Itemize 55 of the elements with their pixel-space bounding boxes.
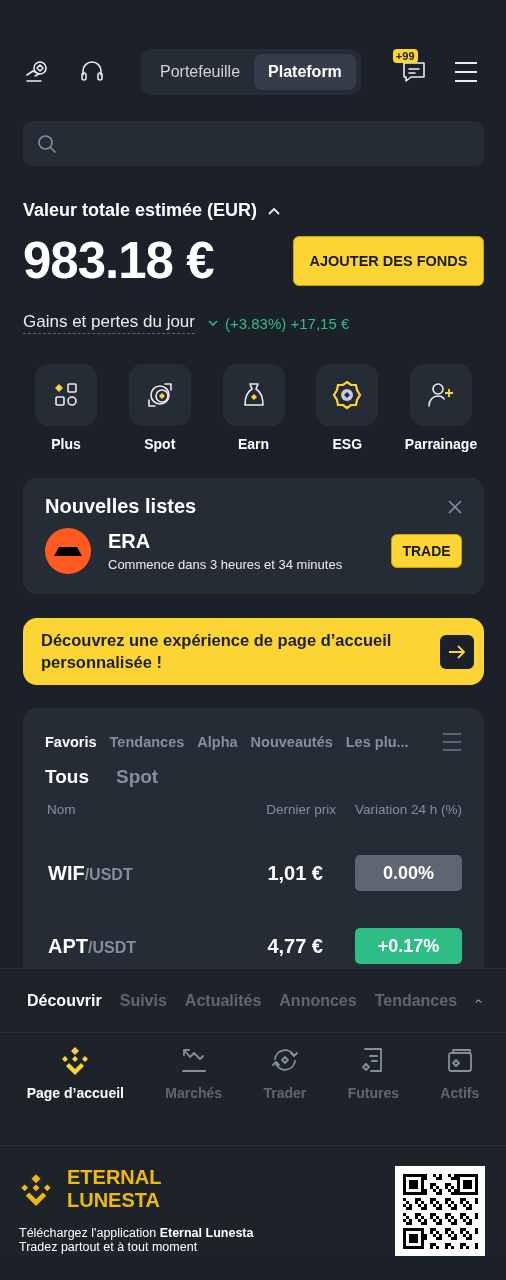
pnl-label[interactable]: Gains et pertes du jour [23, 312, 195, 334]
change-badge: +0.17% [355, 928, 462, 964]
card-title: Nouvelles listes [45, 495, 197, 518]
add-user-icon [426, 380, 456, 410]
search-icon [37, 133, 57, 154]
coin-exchange-icon [145, 381, 174, 409]
column-header: Variation 24 h (%) [354, 802, 462, 817]
list-icon[interactable] [442, 732, 462, 752]
market-tab[interactable]: Nouveautés [250, 734, 333, 750]
change-badge: 0.00% [355, 855, 462, 891]
trade-button[interactable]: TRADE [391, 534, 462, 568]
badge-icon [332, 380, 363, 410]
feed-tab[interactable]: Découvrir [27, 991, 102, 1010]
close-icon[interactable] [448, 499, 462, 514]
chevron-down-icon [207, 318, 219, 328]
pnl-value: (+3.83%) +17,15 € [225, 314, 350, 332]
arrow-button[interactable] [440, 634, 474, 669]
listing-countdown: Commence dans 3 heures et 34 minutes [108, 557, 344, 572]
market-tab[interactable]: Favoris [45, 734, 97, 750]
market-tab[interactable]: Tendances [109, 734, 185, 750]
pair-base: APT [48, 934, 88, 957]
balance-title: Valeur totale estimée (EUR) [23, 200, 258, 221]
brand-logo-icon [19, 1172, 53, 1206]
promo-banner[interactable]: Découvrez une expérience de page d’accueil personnalisée ! [23, 618, 484, 685]
balance-amount: 983.18 € [23, 231, 214, 290]
segment-tab[interactable]: Plateform [254, 54, 356, 90]
search-field[interactable] [23, 121, 484, 166]
last-price: 4,77 € [267, 934, 323, 958]
market-tab[interactable]: Alpha [197, 734, 238, 750]
promo-text: Découvrez une expérience de page d’accueil personnalisée ! [41, 630, 393, 673]
coin-logo-icon [45, 528, 91, 574]
tagline: Tradez partout et à tout moment [19, 1240, 199, 1254]
coin-symbol: ERA [108, 530, 152, 553]
pair-quote: /USDT [84, 865, 133, 883]
segment-tab[interactable]: Portefeuille [146, 54, 255, 90]
message-icon[interactable] [400, 59, 427, 85]
market-subtab[interactable]: Tous [45, 766, 89, 788]
nav-item[interactable]: Page d’accueil [26, 1045, 124, 1111]
last-price: 1,01 € [267, 861, 323, 885]
column-header: Dernier prix [266, 802, 336, 817]
notification-badge: +99 [392, 49, 418, 63]
add-funds-button[interactable]: AJOUTER DES FONDS [293, 235, 484, 286]
market-tab[interactable]: Les plu... [345, 734, 409, 750]
chart-down-icon [179, 1046, 208, 1074]
arrow-right-icon [448, 644, 466, 659]
diamond-logo-icon [60, 1045, 91, 1075]
pair-base: WIF [48, 861, 85, 884]
column-header: Nom [47, 802, 77, 817]
pair-quote: /USDT [88, 938, 136, 956]
brand-name: ETERNAL LUNESTA [67, 1166, 163, 1212]
apps-icon [53, 382, 79, 408]
market-subtab[interactable]: Spot [116, 766, 159, 788]
menu-icon[interactable] [454, 61, 478, 83]
wallet-icon [445, 1046, 474, 1074]
download-text: Téléchargez l'application Eternal Lunesta [19, 1226, 254, 1240]
